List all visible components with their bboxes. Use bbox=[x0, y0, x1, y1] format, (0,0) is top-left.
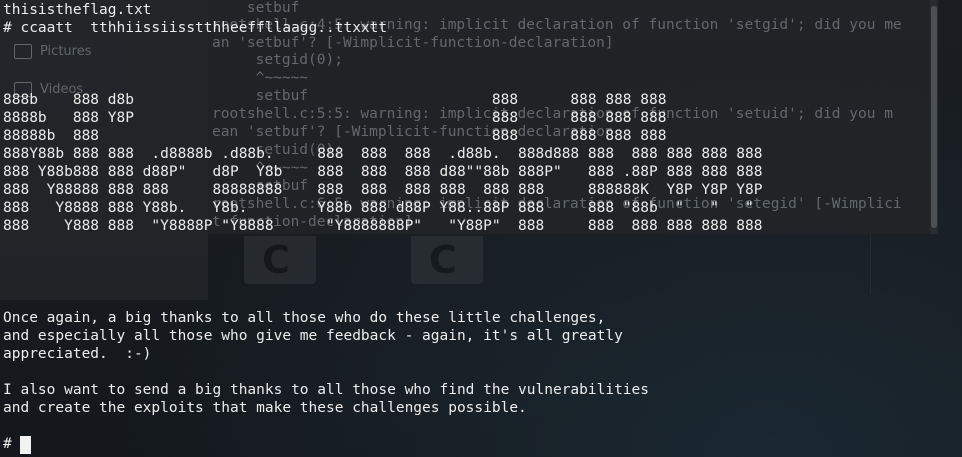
terminal-command-line: # ccaatt tthhiissiisstthheeffllaagg..ttx… bbox=[3, 20, 388, 36]
ascii-art-line: 8888b 888 Y8P 888 888 888 888 bbox=[3, 110, 667, 126]
ascii-art-line: 888Y88b 888 888 .d8888b .d88b. 888 888 8… bbox=[3, 146, 763, 162]
terminal-message-line: and especially all those who give me fee… bbox=[3, 328, 623, 344]
text-cursor bbox=[20, 436, 31, 454]
terminal-message-line: appreciated. :-) bbox=[3, 346, 152, 362]
terminal-line: thisistheflag.txt bbox=[3, 2, 152, 18]
ascii-art-line: 888 Y888 888 "Y8888P "Y8888 "Y8888888P" … bbox=[3, 218, 763, 234]
terminal-message-line: and create the exploits that make these … bbox=[3, 400, 527, 416]
terminal-output[interactable]: thisistheflag.txt # ccaatt tthhiissiisst… bbox=[0, 0, 962, 457]
terminal-message-line: I also want to send a big thanks to all … bbox=[3, 382, 650, 398]
ascii-art-line: 88888b 888 888 888 888 888 bbox=[3, 128, 667, 144]
terminal-message-line: Once again, a big thanks to all those wh… bbox=[3, 310, 606, 326]
shell-prompt[interactable]: # bbox=[3, 436, 20, 453]
ascii-art-line: 888b 888 d8b 888 888 888 888 bbox=[3, 92, 667, 108]
ascii-art-line: 888 Y88b888 888 d88P" d8P Y8b 888 888 88… bbox=[3, 164, 763, 180]
ascii-art-line: 888 Y88888 888 888 88888888 888 888 888 … bbox=[3, 182, 763, 198]
ascii-art-line: 888 Y8888 888 Y88b. Y8b. Y88b 888 d88P Y… bbox=[3, 200, 754, 216]
